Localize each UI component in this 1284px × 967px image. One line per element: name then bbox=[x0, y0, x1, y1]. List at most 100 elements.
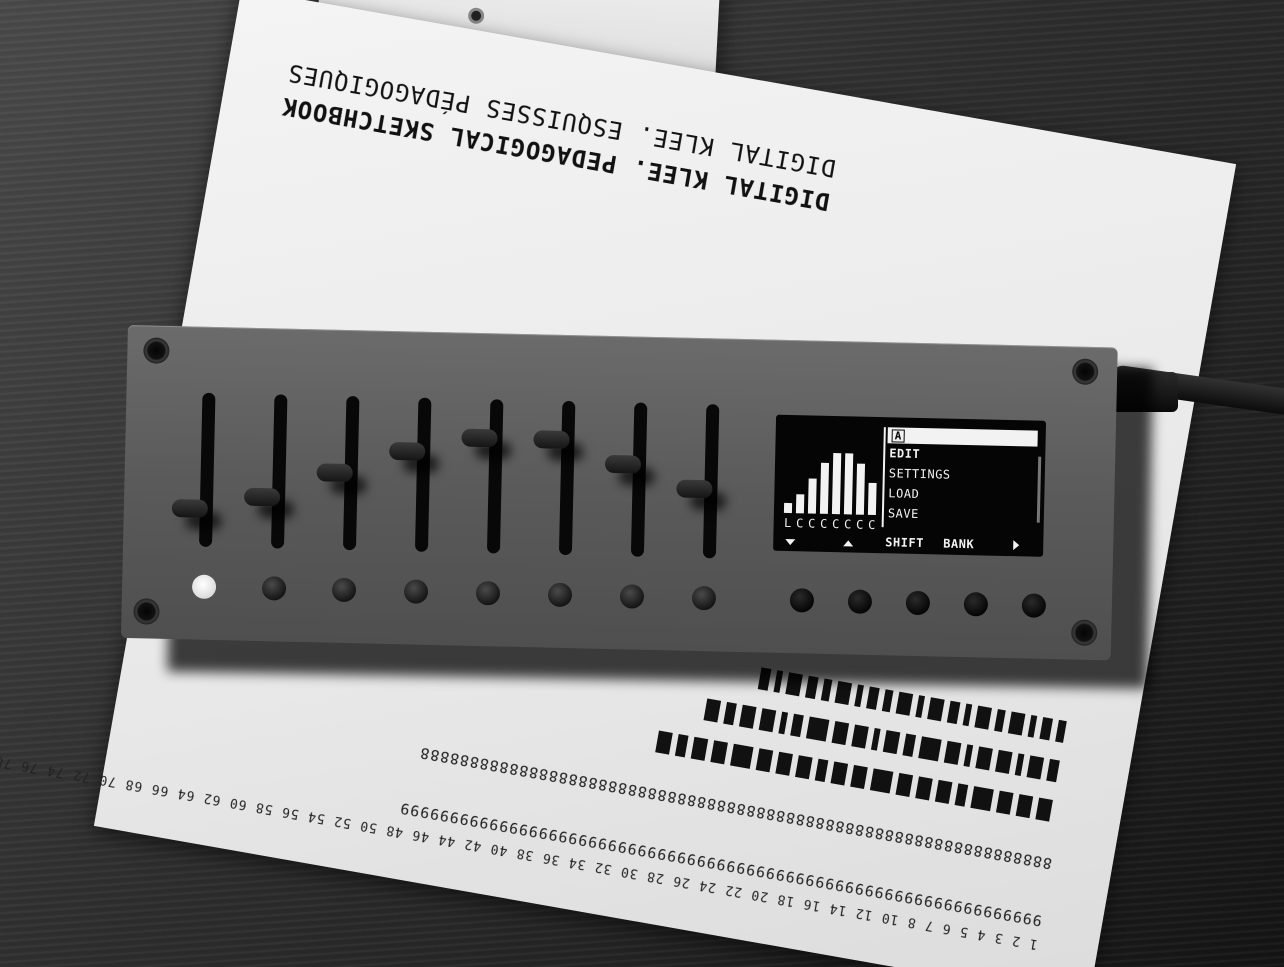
level-meter-bar bbox=[831, 453, 842, 515]
fader-knob-1[interactable] bbox=[171, 498, 209, 518]
booklet-block bbox=[882, 730, 901, 755]
booklet-block bbox=[1026, 755, 1045, 780]
level-meter-bar bbox=[783, 502, 793, 514]
booklet-block bbox=[962, 703, 973, 727]
arrow-right-icon bbox=[1013, 540, 1020, 551]
booklet-block bbox=[778, 711, 789, 735]
channel-button-5[interactable] bbox=[475, 580, 501, 606]
booklet-block bbox=[994, 709, 1006, 733]
screw-icon bbox=[133, 598, 160, 625]
level-meter-bar bbox=[795, 494, 805, 514]
level-meter-bar bbox=[855, 463, 866, 515]
booklet-block bbox=[1014, 753, 1025, 777]
booklet-block bbox=[710, 740, 728, 765]
channel-label: C bbox=[843, 517, 852, 532]
booklet-block bbox=[1046, 758, 1060, 783]
fader-controller: LCCCCCCC A EDIT SETTINGS LOAD SAVE SHIFT BA… bbox=[120, 325, 1118, 661]
fader-knob-4[interactable] bbox=[389, 441, 426, 461]
screw-icon bbox=[1070, 619, 1098, 647]
booklet-block bbox=[918, 736, 942, 762]
booklet-block bbox=[834, 680, 853, 706]
fader-knob-3[interactable] bbox=[316, 463, 353, 483]
booklet-block bbox=[854, 684, 864, 708]
booklet-block bbox=[927, 697, 945, 722]
booklet-block bbox=[690, 736, 709, 761]
fader-slot bbox=[630, 402, 648, 557]
channel-label: L bbox=[783, 515, 792, 531]
phone-camera-icon bbox=[467, 7, 485, 25]
booklet-block bbox=[655, 730, 673, 755]
oled-display: LCCCCCCC A EDIT SETTINGS LOAD SAVE SHIFT BA… bbox=[773, 414, 1047, 557]
booklet-block bbox=[1035, 797, 1053, 822]
booklet-block bbox=[881, 689, 894, 713]
booklet-block bbox=[1015, 794, 1034, 819]
booklet-block bbox=[738, 704, 757, 729]
booklet-block bbox=[915, 776, 933, 801]
booklet-block bbox=[674, 734, 689, 758]
fader-slot bbox=[558, 400, 576, 556]
booklet-block bbox=[895, 772, 914, 798]
function-button-2[interactable] bbox=[847, 589, 873, 614]
arrow-up-icon bbox=[843, 540, 854, 547]
booklet-block bbox=[758, 708, 777, 733]
menu-item[interactable]: SAVE bbox=[886, 503, 1036, 526]
channel-label: C bbox=[807, 516, 816, 531]
booklet-block bbox=[870, 727, 881, 751]
booklet-block bbox=[943, 740, 962, 765]
fader-knob-2[interactable] bbox=[243, 487, 281, 507]
booklet-block bbox=[915, 695, 926, 718]
booklet-block bbox=[902, 733, 917, 757]
screw-icon bbox=[1071, 358, 1099, 386]
channel-label: C bbox=[855, 517, 864, 532]
booklet-block bbox=[895, 691, 914, 716]
arrow-down-icon bbox=[785, 538, 796, 546]
booklet-title: DIGITAL KLEE. PEDAGOGICAL SKETCHBOOK DIG… bbox=[279, 58, 837, 216]
level-meter-bar bbox=[867, 482, 877, 516]
booklet-block bbox=[934, 779, 953, 804]
booklet-block bbox=[1007, 711, 1026, 736]
fader-knob-7[interactable] bbox=[604, 454, 642, 474]
screw-icon bbox=[143, 337, 170, 364]
channel-button-8[interactable] bbox=[691, 585, 717, 611]
booklet-block bbox=[830, 761, 849, 786]
booklet-block bbox=[994, 749, 1013, 774]
menu-header-label: A bbox=[891, 428, 905, 443]
booklet-block bbox=[970, 786, 994, 812]
fader-slot bbox=[414, 397, 432, 552]
fader-knob-5[interactable] bbox=[461, 428, 498, 447]
bank-label: BANK bbox=[943, 536, 975, 552]
booklet-block bbox=[866, 686, 880, 710]
menu-scrollbar[interactable] bbox=[1036, 456, 1042, 523]
menu-list: A EDIT SETTINGS LOAD SAVE bbox=[886, 427, 1038, 526]
booklet-block bbox=[723, 701, 737, 726]
booklet-block bbox=[831, 721, 850, 746]
channel-button-1[interactable] bbox=[191, 574, 217, 600]
booklet-block bbox=[1055, 719, 1067, 743]
booklet-block bbox=[869, 768, 894, 794]
channel-button-3[interactable] bbox=[331, 577, 357, 603]
booklet-block bbox=[790, 713, 804, 738]
fader-knob-6[interactable] bbox=[533, 429, 570, 449]
channel-button-6[interactable] bbox=[547, 582, 573, 608]
booklet-block bbox=[946, 700, 961, 725]
channel-label: C bbox=[795, 516, 804, 531]
channel-label: C bbox=[831, 517, 840, 532]
level-meter-bar bbox=[843, 453, 854, 515]
booklet-block bbox=[1027, 714, 1038, 738]
channel-button-7[interactable] bbox=[619, 584, 645, 609]
booklet-block bbox=[755, 748, 774, 773]
function-button-4[interactable] bbox=[963, 592, 989, 617]
fader-knob-8[interactable] bbox=[676, 479, 713, 498]
function-button-3[interactable] bbox=[905, 590, 931, 616]
booklet-block bbox=[954, 783, 969, 807]
channel-button-2[interactable] bbox=[261, 576, 287, 601]
booklet-block bbox=[963, 744, 974, 767]
booklet-block bbox=[1039, 717, 1054, 741]
level-meters: LCCCCCCC bbox=[776, 415, 1046, 532]
booklet-block bbox=[975, 746, 993, 771]
channel-button-4[interactable] bbox=[403, 579, 429, 604]
photo-scene: 1 2 3 4 5 6 7 8 10 12 14 16 18 20 22 24 … bbox=[0, 0, 1284, 967]
function-button-1[interactable] bbox=[789, 588, 815, 613]
function-button-5[interactable] bbox=[1021, 593, 1047, 618]
booklet-block bbox=[805, 716, 830, 742]
